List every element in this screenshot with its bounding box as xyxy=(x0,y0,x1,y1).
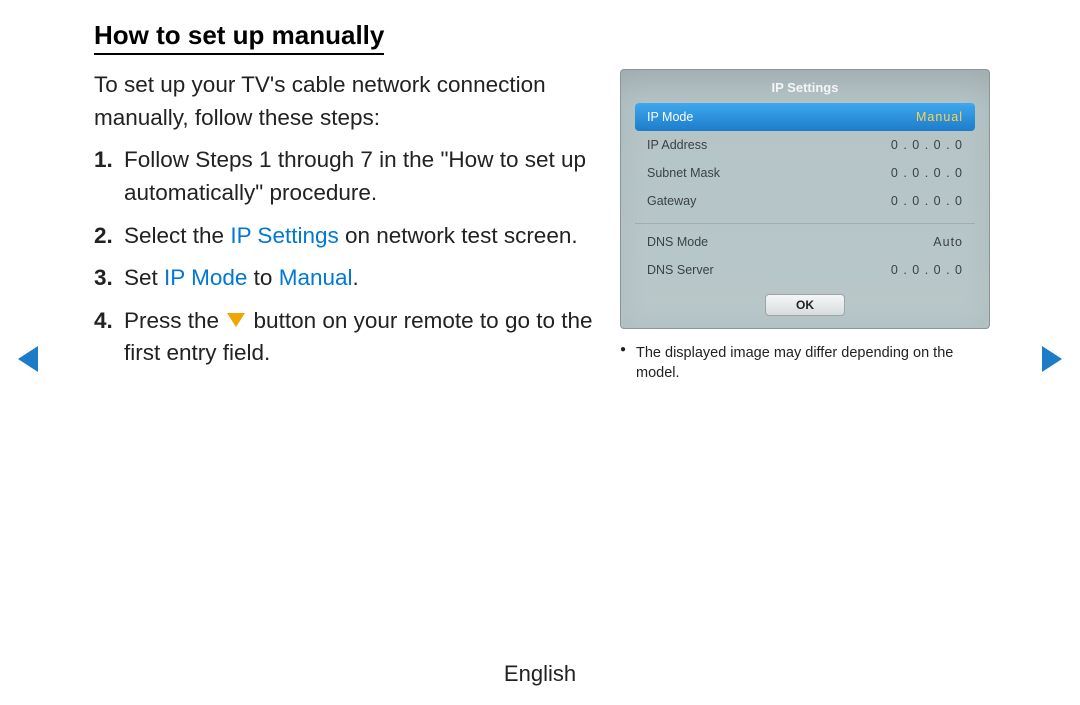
row-value: 0 . 0 . 0 . 0 xyxy=(891,194,963,208)
row-label: Gateway xyxy=(647,194,696,208)
row-value: Manual xyxy=(916,110,963,124)
panel-row-dns-server[interactable]: DNS Server 0 . 0 . 0 . 0 xyxy=(635,256,975,284)
step-2-num: 2. xyxy=(94,220,113,253)
ok-button[interactable]: OK xyxy=(765,294,845,316)
panel-row-subnet-mask[interactable]: Subnet Mask 0 . 0 . 0 . 0 xyxy=(635,159,975,187)
step-2-pre: Select the xyxy=(124,223,230,248)
row-label: IP Mode xyxy=(647,110,693,124)
next-page-icon[interactable] xyxy=(1042,346,1062,372)
panel-row-dns-mode[interactable]: DNS Mode Auto xyxy=(635,228,975,256)
row-label: IP Address xyxy=(647,138,707,152)
step-3-pre: Set xyxy=(124,265,164,290)
ip-settings-panel: IP Settings IP Mode Manual IP Address 0 … xyxy=(620,69,990,329)
panel-row-ip-address[interactable]: IP Address 0 . 0 . 0 . 0 xyxy=(635,131,975,159)
step-4-num: 4. xyxy=(94,305,113,338)
page-title: How to set up manually xyxy=(94,20,384,55)
step-1: 1. Follow Steps 1 through 7 in the "How … xyxy=(124,144,600,209)
row-label: DNS Server xyxy=(647,263,714,277)
step-4: 4. Press the button on your remote to go… xyxy=(124,305,600,370)
panel-title: IP Settings xyxy=(621,70,989,103)
intro-text: To set up your TV's cable network connec… xyxy=(94,69,600,134)
panel-caption: The displayed image may differ depending… xyxy=(620,343,990,384)
row-label: DNS Mode xyxy=(647,235,708,249)
panel-row-gateway[interactable]: Gateway 0 . 0 . 0 . 0 xyxy=(635,187,975,215)
language-footer: English xyxy=(0,661,1080,687)
row-label: Subnet Mask xyxy=(647,166,720,180)
step-4-pre: Press the xyxy=(124,308,225,333)
panel-divider xyxy=(635,223,975,224)
step-3-post: . xyxy=(353,265,359,290)
step-3: 3. Set IP Mode to Manual. xyxy=(124,262,600,295)
step-2-post: on network test screen. xyxy=(339,223,578,248)
step-3-num: 3. xyxy=(94,262,113,295)
step-3-mid: to xyxy=(247,265,278,290)
step-1-num: 1. xyxy=(94,144,113,177)
row-value: 0 . 0 . 0 . 0 xyxy=(891,138,963,152)
step-1-text: Follow Steps 1 through 7 in the "How to … xyxy=(124,147,586,205)
instructions-text: To set up your TV's cable network connec… xyxy=(94,69,600,384)
panel-row-ip-mode[interactable]: IP Mode Manual xyxy=(635,103,975,131)
row-value: 0 . 0 . 0 . 0 xyxy=(891,166,963,180)
prev-page-icon[interactable] xyxy=(18,346,38,372)
step-2: 2. Select the IP Settings on network tes… xyxy=(124,220,600,253)
row-value: 0 . 0 . 0 . 0 xyxy=(891,263,963,277)
step-3-hl1: IP Mode xyxy=(164,265,247,290)
step-2-highlight: IP Settings xyxy=(230,223,338,248)
down-arrow-icon xyxy=(227,313,245,327)
row-value: Auto xyxy=(933,235,963,249)
step-3-hl2: Manual xyxy=(279,265,353,290)
